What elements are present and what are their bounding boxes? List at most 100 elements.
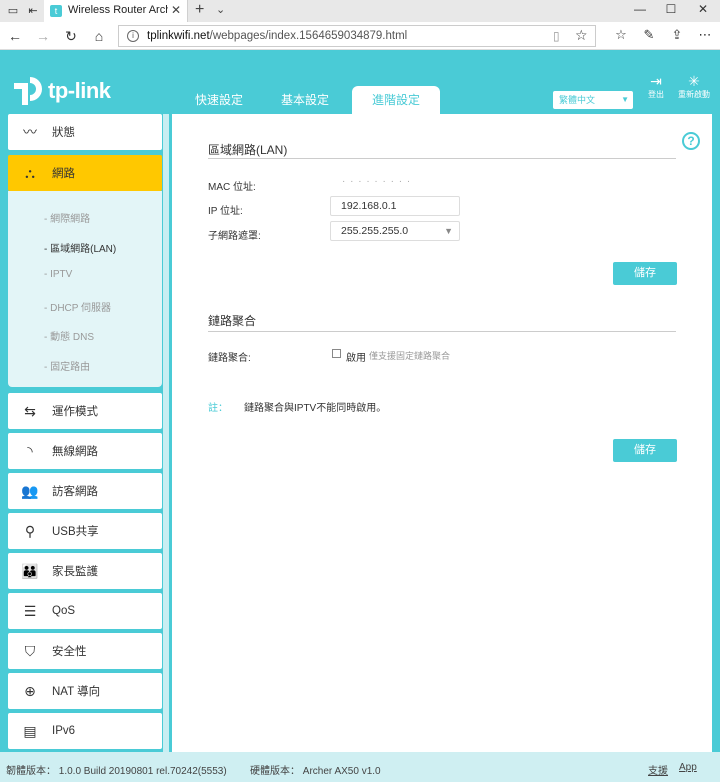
aggregation-hint: 僅支援固定鏈路聚合	[369, 351, 451, 361]
note-text: 鏈路聚合與IPTV不能同時啟用。	[244, 403, 387, 414]
more-icon[interactable]: ⋯	[696, 27, 714, 43]
submenu-item-static-routing[interactable]: - 固定路由	[44, 358, 90, 373]
firmware-version: 韌體版本： 1.0.0 Build 20190801 rel.70242(555…	[6, 766, 227, 777]
tab-actions-icon[interactable]: ▭	[6, 4, 20, 18]
sidebar-item-label: USB共享	[52, 526, 99, 538]
hardware-version: 硬體版本： Archer AX50 v1.0	[250, 766, 381, 777]
mac-value: · · · · · · · · ·	[342, 176, 412, 187]
sidebar-item-label: 家長監護	[52, 566, 98, 578]
maximize-icon[interactable]: ☐	[661, 2, 681, 16]
info-icon[interactable]: i	[127, 30, 139, 42]
url-text: tplinkwifi.net/webpages/index.1564659034…	[147, 30, 408, 42]
pulse-icon: 〰	[23, 124, 37, 140]
logout-label: 登出	[648, 90, 664, 99]
logo: tp-link	[10, 73, 111, 109]
nat-icon: ⊕	[24, 682, 36, 699]
sidebar-item-label: NAT 導向	[52, 686, 101, 698]
divider	[208, 158, 676, 159]
logout-button[interactable]: ⇥ 登出	[636, 73, 676, 100]
reboot-label: 重新啟動	[678, 90, 710, 99]
set-aside-tabs-icon[interactable]: ⇤	[26, 4, 40, 18]
reboot-button[interactable]: ✳ 重新啟動	[674, 73, 714, 100]
pen-icon[interactable]: ✎	[640, 27, 658, 43]
divider	[208, 331, 676, 332]
refresh-icon[interactable]: ↻	[62, 27, 80, 45]
back-icon[interactable]: ←	[6, 27, 24, 45]
minimize-icon[interactable]: —	[630, 2, 650, 16]
save-button[interactable]: 儲存	[613, 439, 677, 462]
sidebar-item-parental[interactable]: 👪 家長監護	[8, 553, 162, 589]
address-bar: ← → ↻ ⌂ i tplinkwifi.net/webpages/index.…	[0, 22, 720, 50]
submenu-item-dhcp[interactable]: - DHCP 伺服器	[44, 299, 111, 314]
close-tab-icon[interactable]: ✕	[171, 3, 181, 17]
sidebar-item-label: 安全性	[52, 646, 87, 658]
mode-icon: ⇆	[24, 402, 36, 419]
sidebar-item-security[interactable]: ⛉ 安全性	[8, 633, 162, 669]
sidebar-item-operation-mode[interactable]: ⇆ 運作模式	[8, 393, 162, 429]
tab-basic[interactable]: 基本設定	[262, 86, 348, 114]
favorite-star-icon[interactable]: ☆	[575, 27, 588, 44]
close-window-icon[interactable]: ✕	[693, 2, 713, 16]
browser-tab-bar: ▭ ⇤ t Wireless Router Archer ✕ + ⌄ — ☐ ✕	[0, 0, 720, 22]
language-value: 繁體中文	[559, 95, 596, 105]
sidebar-item-guest[interactable]: 👥 訪客網路	[8, 473, 162, 509]
chevron-down-icon: ▼	[444, 226, 453, 236]
forward-icon[interactable]: →	[34, 27, 52, 45]
wifi-icon: ◝	[27, 442, 33, 459]
qos-icon: ☰	[23, 602, 37, 619]
submenu-item-internet[interactable]: - 網際網路	[44, 210, 90, 225]
tab-title: Wireless Router Archer	[68, 4, 168, 16]
top-tabs: 快速設定 基本設定 進階設定	[176, 86, 440, 114]
sidebar-item-label: QoS	[52, 605, 76, 617]
app-header: tp-link 快速設定 基本設定 進階設定 繁體中文 ▼ ⇥ 登出 ✳ 重新啟…	[0, 51, 720, 114]
ip-address-input[interactable]: 192.168.0.1	[330, 196, 460, 216]
mac-label: MAC 位址:	[208, 182, 256, 193]
sidebar-item-usb[interactable]: ⚲ USB共享	[8, 513, 162, 549]
sidebar-scrollbar[interactable]	[163, 114, 169, 752]
reading-view-icon[interactable]: ▯	[553, 29, 560, 43]
app-link[interactable]: App	[679, 762, 697, 773]
favorites-bar-icon[interactable]: ☆	[612, 27, 630, 43]
browser-tab[interactable]: t Wireless Router Archer ✕	[44, 0, 188, 22]
url-input[interactable]: i tplinkwifi.net/webpages/index.15646590…	[118, 25, 596, 47]
brand-name: tp-link	[48, 78, 111, 103]
save-button[interactable]: 儲存	[613, 262, 677, 285]
tab-advanced[interactable]: 進階設定	[352, 86, 440, 114]
home-icon[interactable]: ⌂	[90, 27, 108, 45]
chevron-down-icon: ▼	[621, 95, 629, 104]
chevron-down-icon[interactable]: ⌄	[216, 3, 225, 16]
sidebar-item-status[interactable]: 〰 狀態	[8, 114, 162, 150]
sidebar-item-label: IPv6	[52, 725, 76, 737]
footer: 韌體版本： 1.0.0 Build 20190801 rel.70242(555…	[0, 752, 720, 782]
sidebar-item-wireless[interactable]: ◝ 無線網路	[8, 433, 162, 469]
sidebar-item-label: 運作模式	[52, 406, 98, 418]
share-icon[interactable]: ⇪	[668, 27, 686, 43]
sidebar-item-network[interactable]: ⛬ 網路	[8, 155, 162, 191]
guest-icon: 👥	[21, 482, 39, 499]
parental-icon: 👪	[21, 562, 39, 579]
enable-label: 啟用	[346, 353, 366, 364]
ipv6-icon: ▤	[23, 722, 37, 739]
language-select[interactable]: 繁體中文 ▼	[553, 91, 633, 109]
submenu-item-lan[interactable]: - 區域網路(LAN)	[44, 240, 116, 255]
tab-quick-setup[interactable]: 快速設定	[176, 86, 262, 114]
aggregation-enable-checkbox[interactable]	[332, 349, 341, 358]
sidebar-item-qos[interactable]: ☰ QoS	[8, 593, 162, 629]
sidebar-item-nat[interactable]: ⊕ NAT 導向	[8, 673, 162, 709]
help-icon[interactable]: ?	[682, 132, 700, 150]
note-label: 註：	[208, 403, 228, 414]
support-link[interactable]: 支援	[648, 762, 668, 777]
favicon-icon: t	[50, 5, 62, 17]
network-submenu: - 網際網路 - 區域網路(LAN) - IPTV - DHCP 伺服器 - 動…	[8, 191, 162, 387]
subnet-mask-select[interactable]: 255.255.255.0 ▼	[330, 221, 460, 241]
submenu-item-iptv[interactable]: - IPTV	[44, 269, 72, 280]
sidebar-item-ipv6[interactable]: ▤ IPv6	[8, 713, 162, 749]
new-tab-icon[interactable]: +	[195, 1, 204, 19]
main-panel: ? 區域網路(LAN) MAC 位址: · · · · · · · · · IP…	[172, 114, 712, 752]
subnet-mask-label: 子網路遮罩:	[208, 231, 261, 242]
submenu-item-ddns[interactable]: - 動態 DNS	[44, 328, 94, 343]
aggregation-label: 鏈路聚合:	[208, 353, 251, 364]
sidebar-item-label: 無線網路	[52, 446, 98, 458]
aggregation-section-title: 鏈路聚合	[208, 314, 257, 328]
shield-icon: ⛉	[24, 642, 36, 659]
